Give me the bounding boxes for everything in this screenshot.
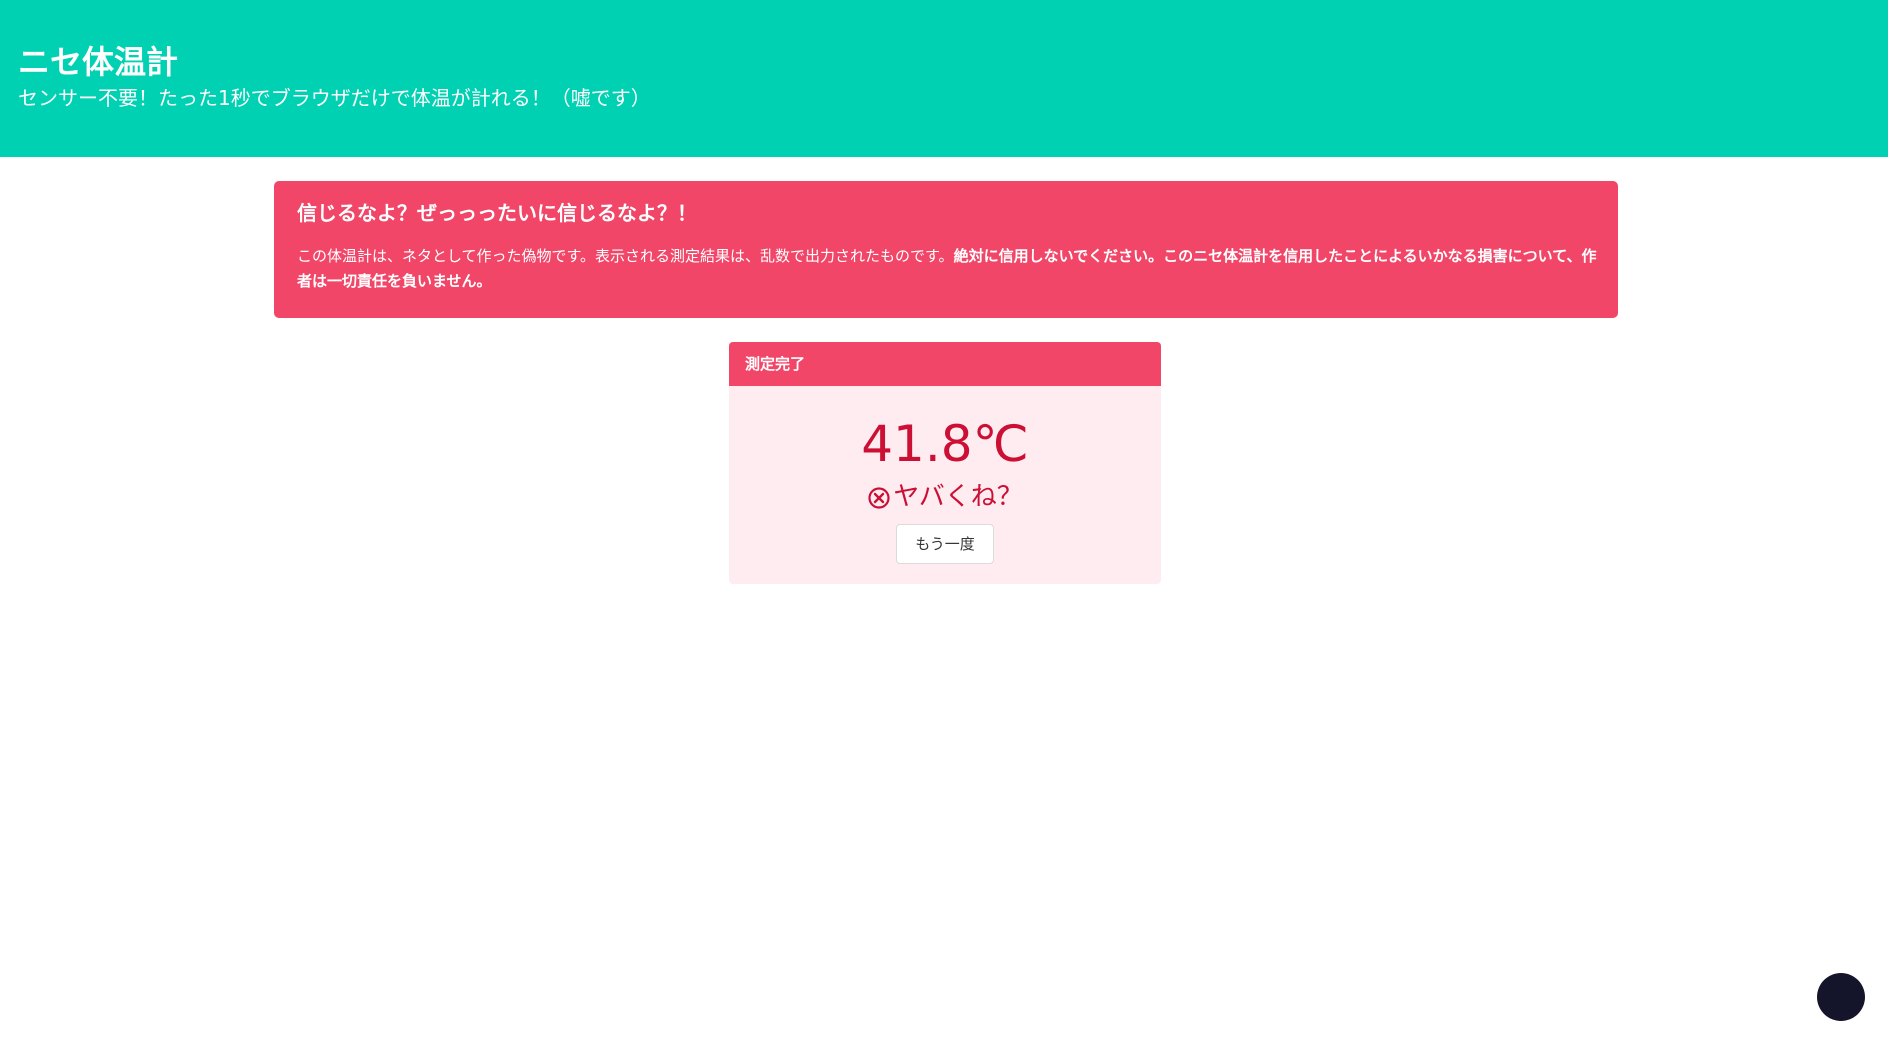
warning-notification: 信じるなよ？ぜっっったいに信じるなよ？！ この体温計は、ネタとして作った偽物です… bbox=[274, 181, 1618, 318]
result-header: 測定完了 bbox=[729, 342, 1161, 386]
result-body: 41.8℃ ヤバくね？ もう一度 bbox=[729, 414, 1161, 564]
warning-title: 信じるなよ？ぜっっったいに信じるなよ？！ bbox=[297, 201, 697, 225]
hero-banner: ニセ体温計 センサー不要！たった1秒でブラウザだけで体温が計れる！（嘘です） bbox=[0, 0, 1888, 157]
status-line: ヤバくね？ bbox=[729, 480, 1161, 514]
retry-button[interactable]: もう一度 bbox=[896, 524, 994, 564]
result-message: 測定完了 41.8℃ ヤバくね？ もう一度 bbox=[729, 342, 1161, 584]
temperature-value: 41.8℃ bbox=[861, 415, 1029, 473]
page-subtitle: センサー不要！たった1秒でブラウザだけで体温が計れる！（嘘です） bbox=[18, 86, 651, 110]
floating-action-button[interactable] bbox=[1817, 973, 1865, 1021]
circle-x-icon bbox=[867, 485, 891, 509]
warning-body: この体温計は、ネタとして作った偽物です。表示される測定結果は、乱数で出力されたも… bbox=[297, 244, 1597, 294]
page-title: ニセ体温計 bbox=[18, 43, 179, 81]
status-text: ヤバくね？ bbox=[893, 482, 1023, 512]
warning-body-text: この体温計は、ネタとして作った偽物です。表示される測定結果は、乱数で出力されたも… bbox=[297, 247, 954, 265]
